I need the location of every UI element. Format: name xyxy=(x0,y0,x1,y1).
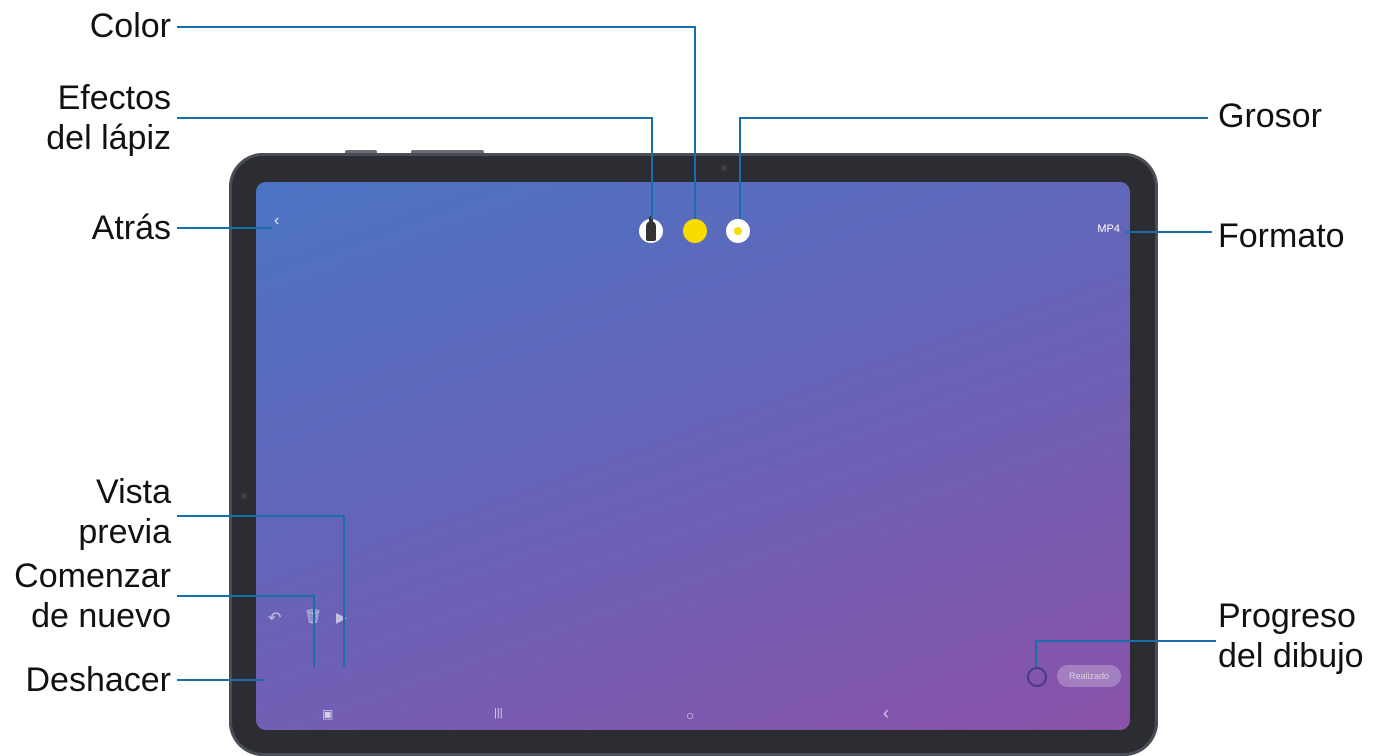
label-deshacer: Deshacer xyxy=(25,661,171,699)
leader-grosor xyxy=(739,117,1208,219)
leader-efectos xyxy=(177,117,653,219)
leader-color xyxy=(177,26,696,219)
label-efectos: Efectos del lápiz xyxy=(46,79,171,157)
leader-progreso xyxy=(1035,640,1216,667)
label-atras: Atrás xyxy=(91,209,171,247)
label-formato: Formato xyxy=(1218,217,1345,255)
label-vista: Vista previa xyxy=(78,473,171,551)
label-grosor: Grosor xyxy=(1218,97,1322,135)
label-progreso: Progreso del dibujo xyxy=(1218,597,1364,675)
leader-comenzar xyxy=(177,595,315,667)
label-color: Color xyxy=(89,7,171,45)
label-comenzar: Comenzar de nuevo xyxy=(14,557,171,635)
leader-lines xyxy=(177,26,1216,681)
leader-vista xyxy=(177,515,345,667)
